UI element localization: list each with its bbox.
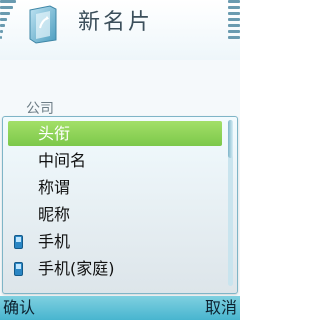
battery-icon	[228, 0, 240, 52]
mobile-phone-icon	[14, 235, 23, 249]
softkey-bar: 确认 取消	[0, 296, 240, 320]
list-item-label: 头衔	[38, 124, 71, 143]
field-list: 头衔 中间名 称谓 昵称 手机 手机(家庭)	[3, 120, 227, 282]
screen: 新名片 公司 头衔 中间名 称谓 昵称 手机 手机(家庭) 确认 取消	[0, 0, 240, 320]
mobile-phone-icon	[14, 262, 23, 276]
confirm-softkey[interactable]: 确认	[3, 296, 35, 320]
contact-card-icon	[29, 5, 57, 44]
list-item-label: 昵称	[38, 205, 71, 224]
list-item-label: 手机(家庭)	[38, 259, 115, 278]
signal-strength-icon	[0, 0, 16, 52]
list-item-nickname[interactable]: 昵称	[3, 201, 227, 228]
list-item-label: 手机	[38, 232, 71, 251]
list-item-label: 称谓	[38, 178, 71, 197]
list-item-salutation[interactable]: 称谓	[3, 174, 227, 201]
cancel-softkey[interactable]: 取消	[205, 296, 237, 320]
list-item-label: 中间名	[38, 151, 87, 170]
field-selection-popup: 头衔 中间名 称谓 昵称 手机 手机(家庭)	[2, 116, 238, 294]
title-bar: 新名片	[0, 0, 240, 60]
scrollbar-thumb[interactable]	[228, 120, 233, 158]
list-item-mobile[interactable]: 手机	[3, 228, 227, 255]
list-item-mobile-home[interactable]: 手机(家庭)	[3, 255, 227, 282]
page-title: 新名片	[78, 10, 154, 35]
list-item-middle-name[interactable]: 中间名	[3, 147, 227, 174]
company-field-label: 公司	[26, 101, 54, 117]
list-item-title[interactable]: 头衔	[3, 120, 227, 147]
scrollbar[interactable]	[228, 120, 233, 286]
